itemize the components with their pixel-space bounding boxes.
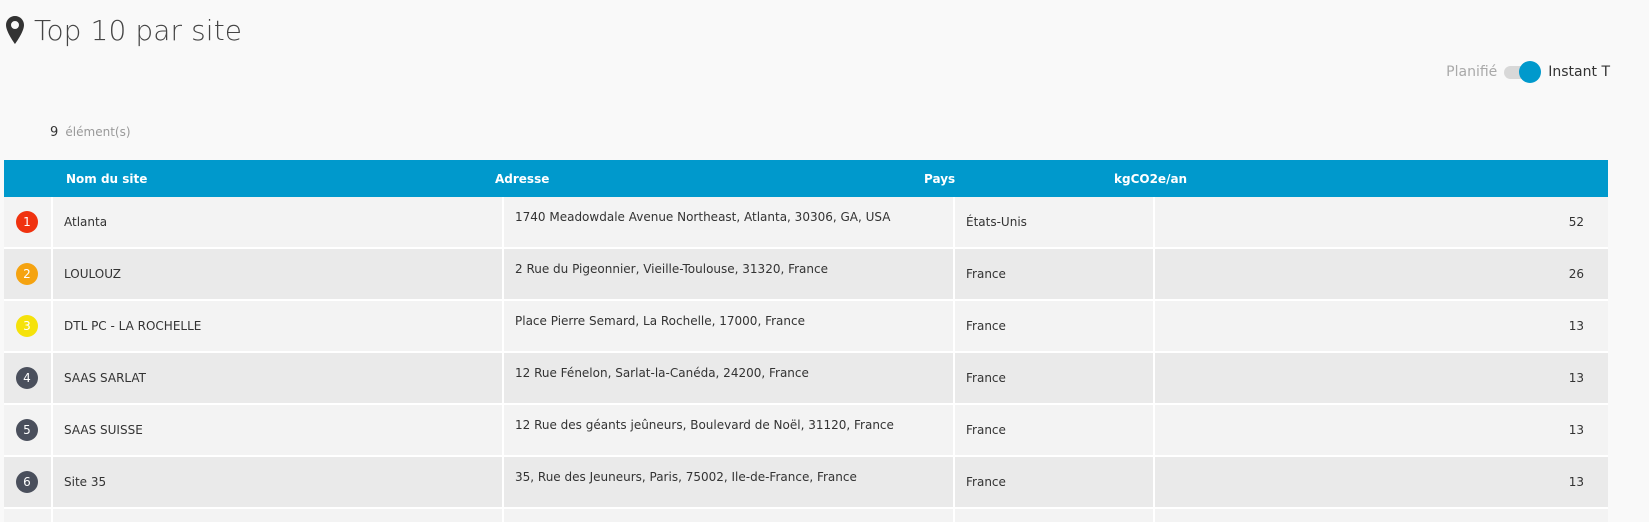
emissions-cell: 13	[1155, 301, 1608, 351]
sites-table: Nom du site Adresse Pays kgCO2e/an 1 Atla…	[4, 160, 1608, 522]
site-country: France	[966, 267, 1006, 281]
site-name-cell: DTL PC - LA ROCHELLE	[53, 301, 504, 351]
country-cell: France	[955, 457, 1155, 507]
table-row[interactable]: 3 DTL PC - LA ROCHELLE Place Pierre Semard…	[4, 301, 1608, 353]
page-title: Top 10 par site	[34, 13, 243, 47]
mode-toggle: Planifié Instant T	[1446, 60, 1610, 84]
column-header-emissions[interactable]: kgCO2e/an	[1114, 172, 1187, 186]
rank-badge: 4	[16, 367, 38, 389]
site-name: Atlanta	[64, 215, 108, 229]
rank-cell: 6	[4, 457, 53, 507]
country-cell: France	[955, 405, 1155, 455]
address-cell: 2 Rue du Pigeonnier, Vieille-Toulouse, 3…	[504, 249, 955, 299]
site-name: Site 35	[64, 475, 107, 489]
country-cell: France	[955, 249, 1155, 299]
switch-knob	[1519, 61, 1542, 83]
table-row[interactable]: 1 Atlanta 1740 Meadowdale Avenue Northeast…	[4, 197, 1608, 249]
table-row[interactable]	[4, 509, 1608, 522]
rank-cell	[4, 509, 53, 522]
emissions-cell: 13	[1155, 353, 1608, 403]
table-row[interactable]: 2 LOULOUZ 2 Rue du Pigeonnier, Vieille-Tou…	[4, 249, 1608, 301]
country-cell: France	[955, 301, 1155, 351]
table-body: 1 Atlanta 1740 Meadowdale Avenue Northeast…	[4, 197, 1608, 522]
address-cell	[504, 509, 955, 522]
address-cell: Place Pierre Semard, La Rochelle, 17000,…	[504, 301, 955, 351]
site-address: 35, Rue des Jeuneurs, Paris, 75002, Ile-…	[515, 470, 857, 484]
site-address: 2 Rue du Pigeonnier, Vieille-Toulouse, 3…	[515, 262, 828, 276]
site-country: France	[966, 475, 1006, 489]
rank-cell: 5	[4, 405, 53, 455]
emissions-cell	[1155, 509, 1608, 522]
toggle-label-planifie[interactable]: Planifié	[1446, 64, 1497, 80]
item-count-label: élément(s)	[65, 125, 131, 139]
site-name: SAAS SUISSE	[64, 423, 143, 437]
rank-badge: 3	[16, 315, 38, 337]
address-cell: 1740 Meadowdale Avenue Northeast, Atlant…	[504, 197, 955, 247]
emissions-cell: 26	[1155, 249, 1608, 299]
site-name-cell: Site 35	[53, 457, 504, 507]
site-name: DTL PC - LA ROCHELLE	[64, 319, 202, 333]
item-count-value: 9	[50, 125, 59, 140]
site-name-cell: SAAS SUISSE	[53, 405, 504, 455]
emissions-cell: 13	[1155, 405, 1608, 455]
country-cell: France	[955, 353, 1155, 403]
country-cell	[955, 509, 1155, 522]
map-pin-icon	[6, 16, 24, 44]
site-name-cell	[53, 509, 504, 522]
address-cell: 12 Rue des géants jeûneurs, Boulevard de…	[504, 405, 955, 455]
site-name: SAAS SARLAT	[64, 371, 146, 385]
table-row[interactable]: 5 SAAS SUISSE 12 Rue des géants jeûneurs, …	[4, 405, 1608, 457]
table-row[interactable]: 4 SAAS SARLAT 12 Rue Fénelon, Sarlat-la-Ca…	[4, 353, 1608, 405]
rank-badge: 2	[16, 263, 38, 285]
rank-badge: 5	[16, 419, 38, 441]
site-emissions: 13	[1568, 319, 1584, 333]
site-address: Place Pierre Semard, La Rochelle, 17000,…	[515, 314, 805, 328]
site-emissions: 13	[1568, 475, 1584, 489]
site-name-cell: LOULOUZ	[53, 249, 504, 299]
table-row[interactable]: 6 Site 35 35, Rue des Jeuneurs, Paris, 750…	[4, 457, 1608, 509]
mode-switch[interactable]	[1504, 61, 1542, 83]
site-emissions: 26	[1568, 267, 1584, 281]
page: Top 10 par site Planifié Instant T 9 élé…	[0, 0, 1649, 522]
country-cell: États-Unis	[955, 197, 1155, 247]
site-emissions: 13	[1568, 423, 1584, 437]
rank-cell: 4	[4, 353, 53, 403]
table-header: Nom du site Adresse Pays kgCO2e/an	[4, 160, 1608, 197]
site-name-cell: SAAS SARLAT	[53, 353, 504, 403]
rank-badge: 1	[16, 211, 38, 233]
rank-cell: 2	[4, 249, 53, 299]
site-name-cell: Atlanta	[53, 197, 504, 247]
emissions-cell: 52	[1155, 197, 1608, 247]
site-name: LOULOUZ	[64, 267, 121, 281]
rank-cell: 1	[4, 197, 53, 247]
site-country: États-Unis	[966, 215, 1027, 229]
rank-badge: 6	[16, 471, 38, 493]
site-country: France	[966, 371, 1006, 385]
site-address: 12 Rue des géants jeûneurs, Boulevard de…	[515, 418, 894, 432]
emissions-cell: 13	[1155, 457, 1608, 507]
site-address: 1740 Meadowdale Avenue Northeast, Atlant…	[515, 210, 891, 224]
site-country: France	[966, 319, 1006, 333]
site-address: 12 Rue Fénelon, Sarlat-la-Canéda, 24200,…	[515, 366, 809, 380]
column-header-address[interactable]: Adresse	[495, 172, 549, 186]
address-cell: 35, Rue des Jeuneurs, Paris, 75002, Ile-…	[504, 457, 955, 507]
address-cell: 12 Rue Fénelon, Sarlat-la-Canéda, 24200,…	[504, 353, 955, 403]
title-row: Top 10 par site	[6, 10, 242, 50]
toggle-label-instant[interactable]: Instant T	[1548, 64, 1610, 80]
site-emissions: 13	[1568, 371, 1584, 385]
item-count: 9 élément(s)	[50, 125, 131, 140]
site-country: France	[966, 423, 1006, 437]
rank-cell: 3	[4, 301, 53, 351]
column-header-country[interactable]: Pays	[924, 172, 955, 186]
column-header-name[interactable]: Nom du site	[66, 172, 147, 186]
site-emissions: 52	[1568, 215, 1584, 229]
